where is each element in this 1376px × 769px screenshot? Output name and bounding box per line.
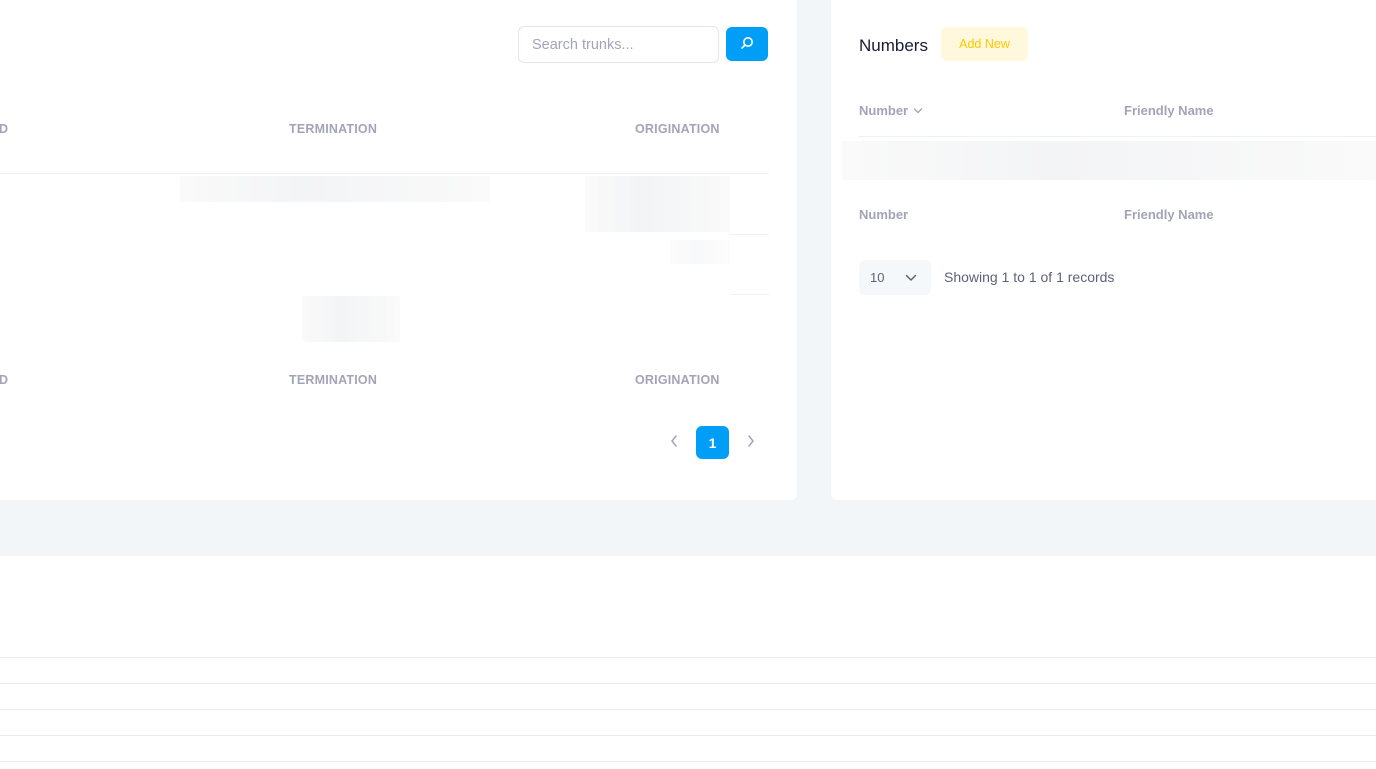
chevron-right-icon xyxy=(746,434,756,453)
column-header-number-label: Number xyxy=(859,103,909,118)
skeleton-placeholder xyxy=(180,176,490,202)
skeleton-placeholder xyxy=(302,296,400,342)
row-divider xyxy=(0,657,1376,658)
pagination-page-1[interactable]: 1 xyxy=(696,426,729,459)
footer-header-number: Number xyxy=(859,207,909,222)
page: D TERMINATION ORIGINATION D TERMINATION … xyxy=(0,0,1376,769)
row-divider xyxy=(730,294,769,295)
skeleton-placeholder xyxy=(585,176,730,232)
footer-header-friendly-name: Friendly Name xyxy=(1124,207,1214,222)
chevron-down-icon xyxy=(913,103,923,118)
card-title: Numbers xyxy=(859,36,928,55)
row-divider xyxy=(0,735,1376,736)
column-header-id-partial: D xyxy=(0,122,9,136)
page-size-value: 10 xyxy=(870,270,885,285)
footer-header-origination: ORIGINATION xyxy=(635,373,720,387)
footer-header-id-partial: D xyxy=(0,373,9,387)
row-divider xyxy=(0,709,1376,710)
bottom-card xyxy=(0,556,1376,769)
search-icon xyxy=(740,36,754,53)
skeleton-row xyxy=(842,141,1376,180)
chevron-left-icon xyxy=(669,434,679,453)
chevron-down-icon xyxy=(905,270,917,285)
records-info: Showing 1 to 1 of 1 records xyxy=(944,269,1115,285)
pagination-prev-button[interactable] xyxy=(660,427,688,459)
header-divider xyxy=(859,136,1376,137)
trunks-search-input[interactable] xyxy=(518,26,719,63)
numbers-card: Numbers Add New Number Friendly Name Num… xyxy=(831,0,1376,500)
row-divider xyxy=(0,683,1376,684)
trunks-card: D TERMINATION ORIGINATION D TERMINATION … xyxy=(0,0,797,500)
column-header-origination[interactable]: ORIGINATION xyxy=(635,122,720,136)
column-header-friendly-name[interactable]: Friendly Name xyxy=(1124,103,1214,118)
row-divider xyxy=(0,761,1376,762)
footer-header-termination: TERMINATION xyxy=(289,373,378,387)
add-new-button[interactable]: Add New xyxy=(941,27,1028,61)
trunks-search-button[interactable] xyxy=(726,27,768,61)
row-divider xyxy=(730,234,769,235)
column-header-number[interactable]: Number xyxy=(859,103,923,118)
header-divider xyxy=(0,173,769,174)
page-size-select[interactable]: 10 xyxy=(859,260,931,295)
pagination-next-button[interactable] xyxy=(737,427,765,459)
skeleton-placeholder xyxy=(670,240,730,264)
column-header-termination[interactable]: TERMINATION xyxy=(289,122,377,136)
